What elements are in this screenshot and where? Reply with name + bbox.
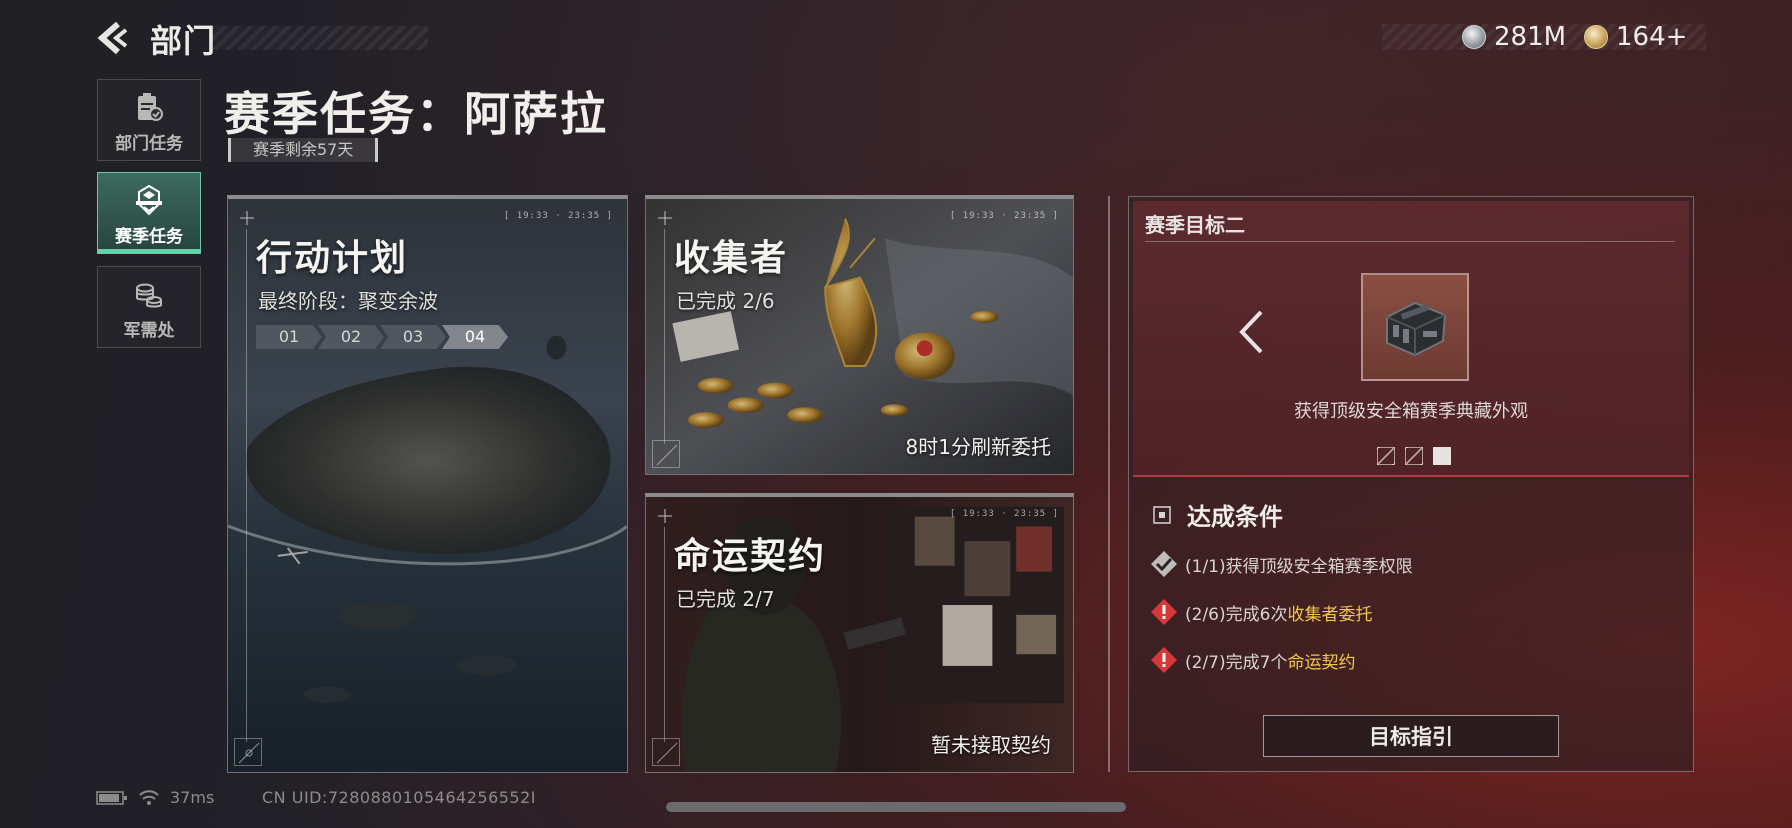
ping-value: 37ms <box>170 788 215 807</box>
gold-amount: 164+ <box>1616 22 1688 52</box>
card-time-tag: [ 19:33 · 23:35 ] <box>949 211 1059 221</box>
season-emblem-icon <box>136 184 162 216</box>
gold-coin-icon <box>1584 25 1608 49</box>
page-header-title: 部门 <box>150 22 217 60</box>
warning-diamond-icon <box>1151 647 1177 673</box>
header-decor-stripe <box>210 26 428 50</box>
safe-case-icon <box>1386 301 1447 357</box>
resource-silver[interactable]: 281M <box>1462 20 1566 54</box>
conditions-header: 达成条件 <box>1153 497 1283 532</box>
card-fate-contract[interactable]: [ 19:33 · 23:35 ] 命运契约 已完成 2/7 暂未接取契约 <box>645 493 1074 773</box>
stage-chip: 03 <box>380 325 446 349</box>
sidebar-item-label: 部门任务 <box>115 134 183 154</box>
stage-chip: 02 <box>318 325 384 349</box>
square-bullet-icon <box>1153 505 1171 524</box>
pager-dot[interactable] <box>1405 447 1423 465</box>
condition-text: (2/7)完成7个 <box>1185 652 1288 673</box>
card-time-tag: [ 19:33 · 23:35 ] <box>503 211 613 221</box>
season-goal-panel: 赛季目标二 获得顶级安全箱赛季典藏外观 达成条件 (1/1)获得顶级安全箱赛季权… <box>1128 196 1694 772</box>
card-progress: 已完成 2/7 <box>676 587 775 611</box>
condition-text: (1/1)获得顶级安全箱赛季权限 <box>1185 556 1413 577</box>
warning-diamond-icon <box>1151 599 1177 625</box>
pager-dot[interactable] <box>1377 447 1395 465</box>
sidebar-item-quartermaster[interactable]: 军需处 <box>97 266 201 348</box>
goal-title: 赛季目标二 <box>1145 213 1245 237</box>
card-guide-line <box>664 527 665 742</box>
expand-icon <box>234 738 262 766</box>
condition-row-done: (1/1)获得顶级安全箱赛季权限 <box>1149 549 1413 579</box>
stage-progress: 01 02 03 04 <box>256 325 508 349</box>
reward-item-frame[interactable] <box>1361 273 1469 381</box>
card-collector[interactable]: [ 19:33 · 23:35 ] 收集者 已完成 2/6 8时1分刷新委托 <box>645 195 1074 475</box>
condition-row-pending: (2/7)完成7个 命运契约 <box>1149 645 1355 675</box>
silver-coin-icon <box>1462 25 1486 49</box>
condition-text: (2/6)完成6次 <box>1185 604 1288 625</box>
goal-title-divider <box>1145 241 1675 242</box>
card-time-tag: [ 19:33 · 23:35 ] <box>949 509 1059 519</box>
crosshair-icon <box>658 211 672 225</box>
condition-row-pending: (2/6)完成6次 收集者委托 <box>1149 597 1372 627</box>
battery-icon <box>96 790 127 805</box>
home-indicator[interactable] <box>666 802 1126 812</box>
crosshair-icon <box>658 509 672 523</box>
card-title: 收集者 <box>674 238 789 279</box>
conditions-title: 达成条件 <box>1187 503 1283 531</box>
resource-gold[interactable]: 164+ <box>1584 20 1687 54</box>
stage-chip-current: 04 <box>442 325 508 349</box>
season-remaining-badge: 赛季剩余57天 <box>228 138 379 162</box>
sidebar-active-indicator <box>97 249 201 253</box>
sidebar-item-label: 军需处 <box>123 321 175 341</box>
condition-highlight[interactable]: 收集者委托 <box>1287 600 1372 625</box>
silver-amount: 281M <box>1494 22 1567 52</box>
card-subtitle: 最终阶段：聚变余波 <box>258 289 438 313</box>
card-progress: 已完成 2/6 <box>676 289 775 313</box>
crosshair-icon <box>240 211 254 225</box>
reward-description: 获得顶级安全箱赛季典藏外观 <box>1294 401 1528 422</box>
chevron-left-icon[interactable] <box>1237 309 1267 355</box>
card-guide-line <box>664 229 665 444</box>
check-diamond-icon <box>1151 551 1177 577</box>
coins-stack-icon <box>136 283 162 308</box>
card-operation-plan[interactable]: [ 19:33 · 23:35 ] 行动计划 最终阶段：聚变余波 01 02 0… <box>227 195 628 773</box>
back-button[interactable] <box>96 18 136 58</box>
wifi-icon <box>139 789 159 805</box>
stage-chip: 01 <box>256 325 322 349</box>
expand-icon <box>652 440 680 468</box>
pager-dot-active[interactable] <box>1433 447 1451 465</box>
card-footer-status: 暂未接取契约 <box>931 733 1051 757</box>
user-uid: CN UID:7280880105464256552I <box>262 788 536 807</box>
back-arrow-icon <box>97 21 128 55</box>
status-bar: 37ms <box>96 788 214 807</box>
card-footer-status: 8时1分刷新委托 <box>905 435 1051 459</box>
sidebar-item-department-tasks[interactable]: 部门任务 <box>97 79 201 161</box>
condition-highlight[interactable]: 命运契约 <box>1287 648 1355 673</box>
card-guide-line <box>246 229 247 742</box>
goal-reward-box: 赛季目标二 获得顶级安全箱赛季典藏外观 <box>1133 201 1689 477</box>
panel-divider <box>1108 196 1110 772</box>
goal-pager <box>1377 447 1451 465</box>
sidebar-item-season-tasks[interactable]: 赛季任务 <box>97 172 201 254</box>
clipboard-icon <box>138 93 163 121</box>
goal-guide-button[interactable]: 目标指引 <box>1263 715 1559 757</box>
card-title: 行动计划 <box>256 238 409 279</box>
sidebar-item-label: 赛季任务 <box>115 227 183 247</box>
expand-icon <box>652 738 680 766</box>
card-title: 命运契约 <box>674 536 827 577</box>
page-title: 赛季任务：阿萨拉 <box>224 87 608 141</box>
